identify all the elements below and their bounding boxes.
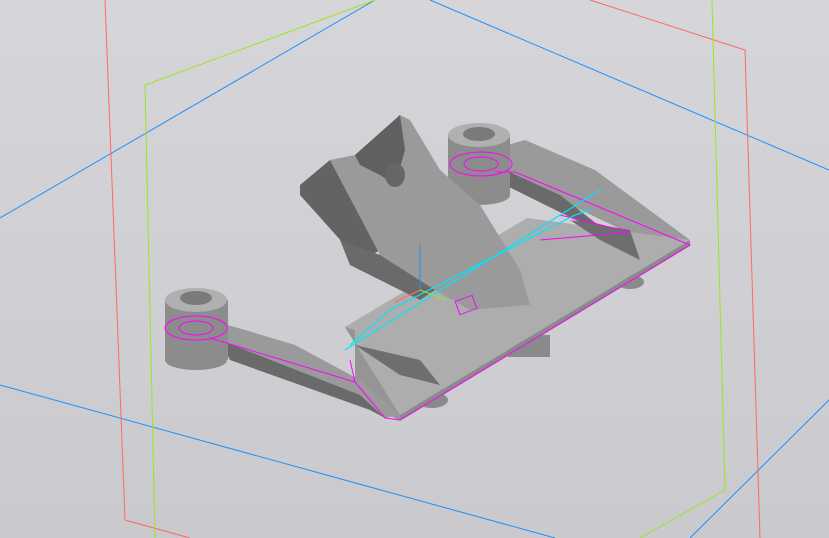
3d-viewport[interactable] bbox=[0, 0, 829, 538]
left-boss-hole bbox=[180, 291, 212, 305]
slot bbox=[385, 163, 405, 187]
model-scene[interactable] bbox=[0, 0, 829, 538]
right-boss-hole bbox=[463, 127, 495, 141]
left-boss-bottom bbox=[165, 350, 227, 370]
part-body[interactable] bbox=[165, 115, 690, 421]
